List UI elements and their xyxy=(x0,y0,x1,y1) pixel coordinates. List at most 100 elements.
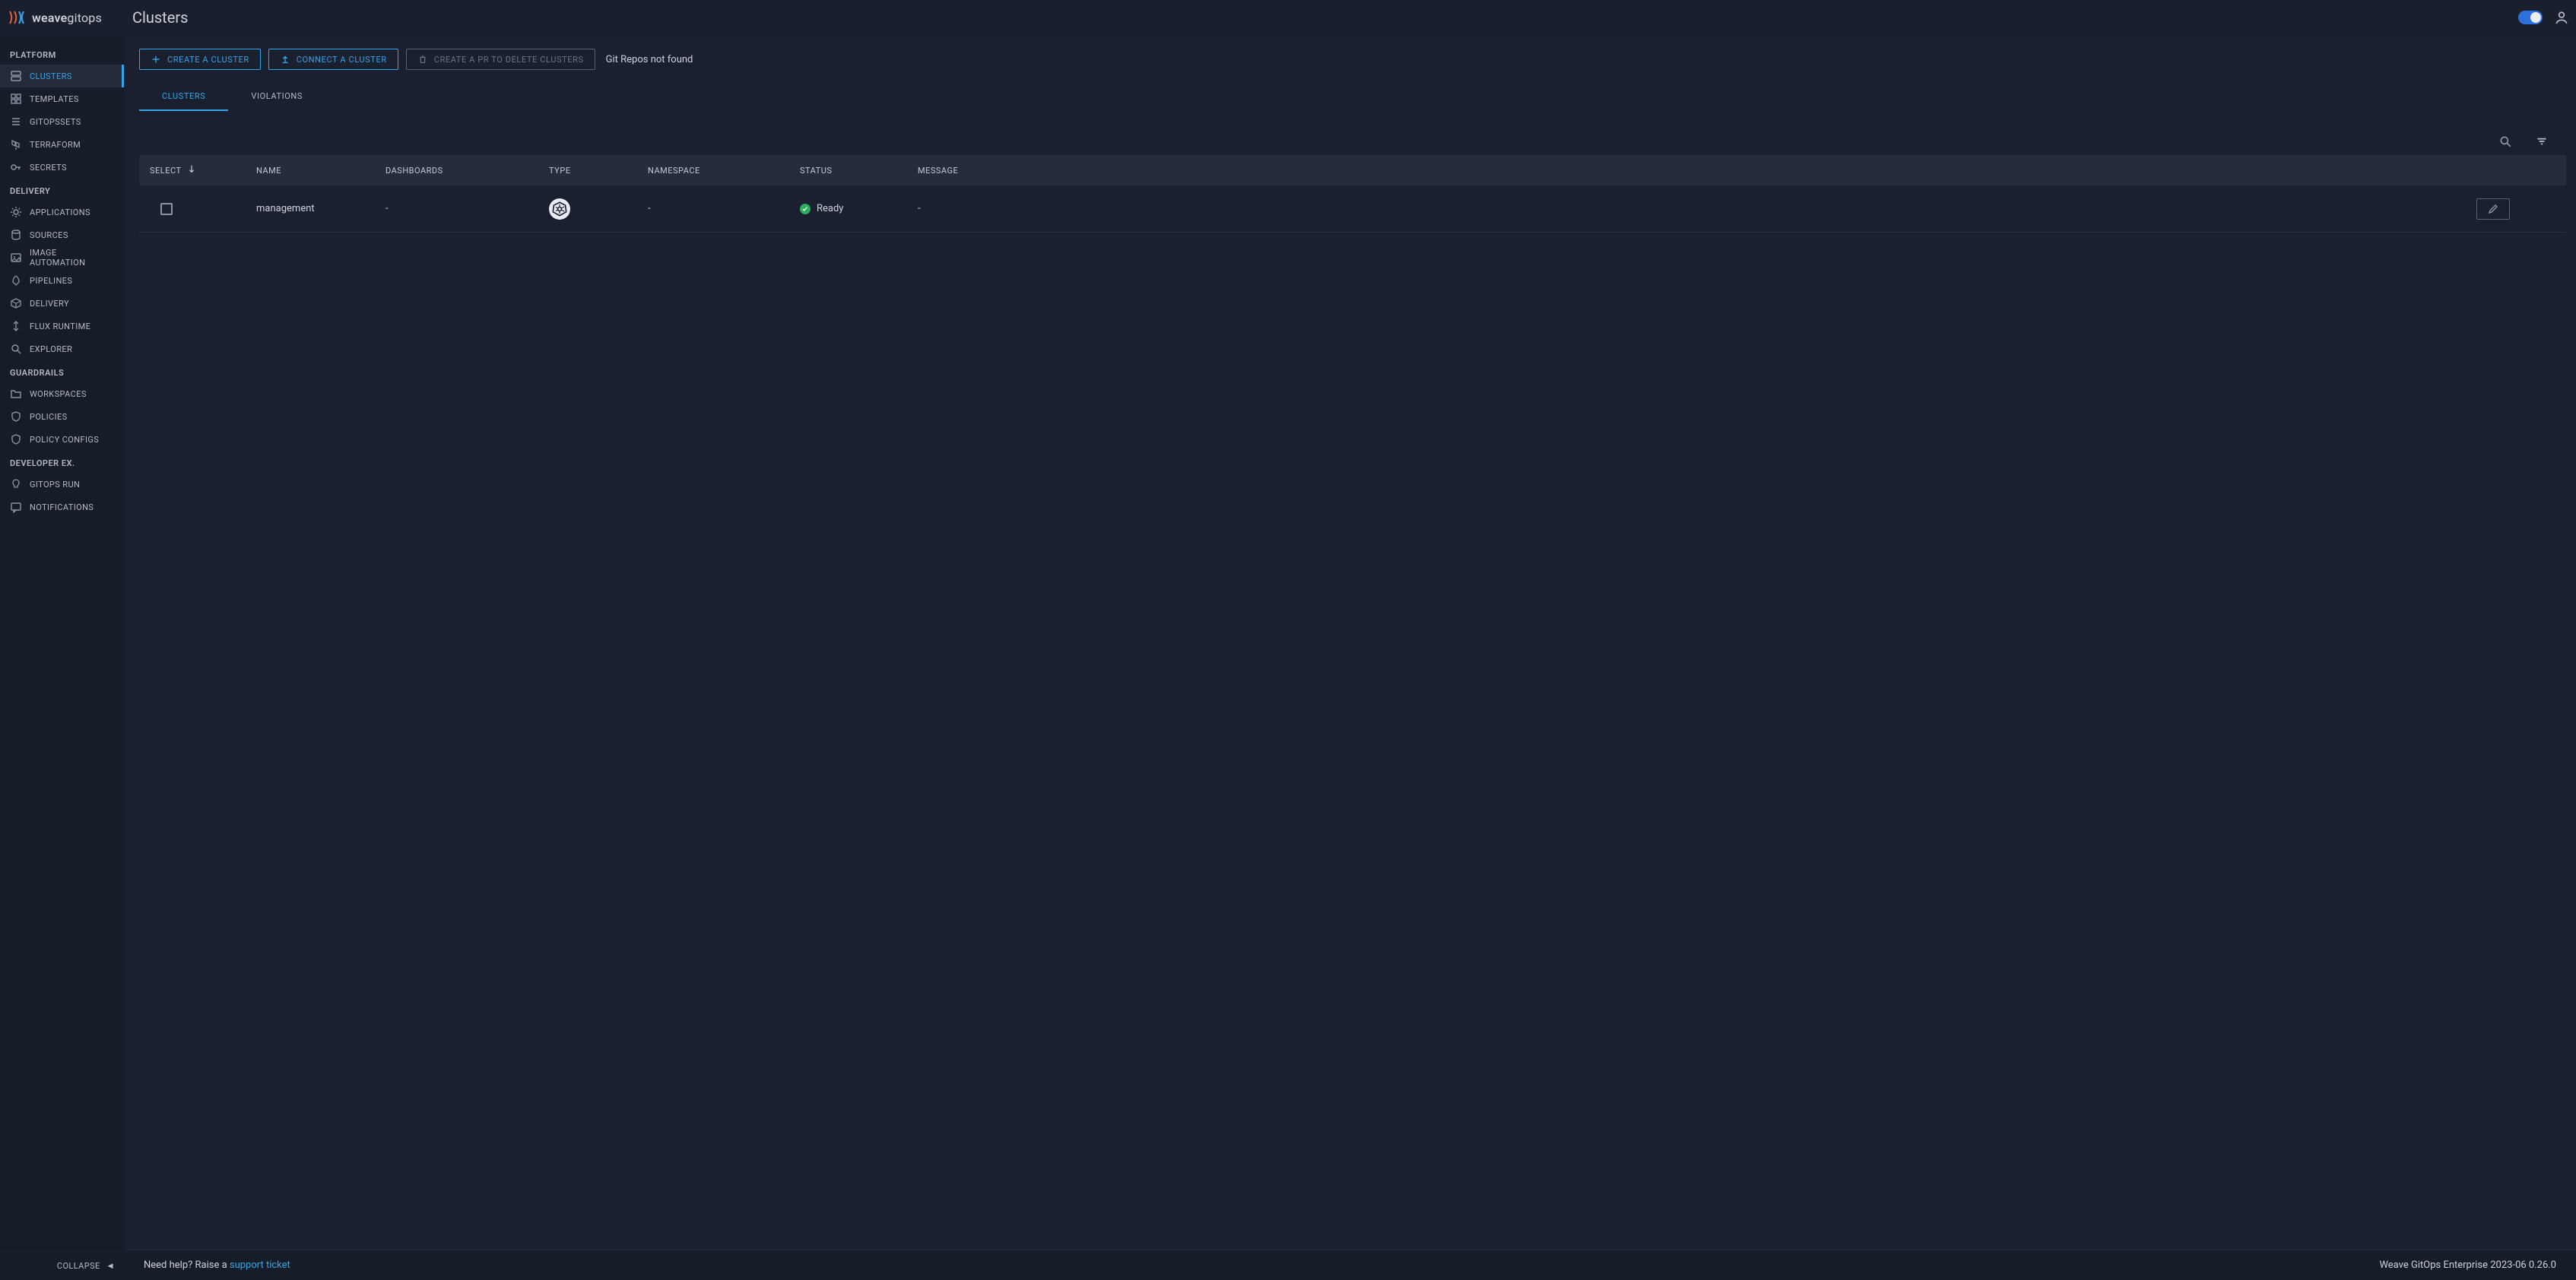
sidebar-item-delivery[interactable]: DELIVERY xyxy=(0,292,124,315)
footer: Need help? Raise a support ticket Weave … xyxy=(124,1250,2576,1280)
sidebar-item-workspaces[interactable]: WORKSPACES xyxy=(0,382,124,405)
status-message: Git Repos not found xyxy=(606,54,693,65)
bulb-icon xyxy=(10,478,22,490)
help-text: Need help? Raise a support ticket xyxy=(144,1259,290,1271)
table-row: management--Ready- xyxy=(139,185,2566,233)
plus-icon xyxy=(151,54,161,65)
col-message[interactable]: MESSAGE xyxy=(918,166,1051,176)
sidebar-item-label: NOTIFICATIONS xyxy=(30,502,94,512)
clusters-table: SELECT NAME DASHBOARDS TYPE NAMESPACE ST… xyxy=(139,155,2566,233)
shield-icon xyxy=(10,410,22,423)
theme-toggle[interactable] xyxy=(2518,11,2543,24)
terraform-icon xyxy=(10,138,22,150)
sidebar-item-terraform[interactable]: TERRAFORM xyxy=(0,133,124,156)
sidebar-item-image-automation[interactable]: IMAGE AUTOMATION xyxy=(0,246,124,269)
sidebar-item-label: PIPELINES xyxy=(30,276,72,286)
sidebar: PLATFORMCLUSTERSTEMPLATESGITOPSSETSTERRA… xyxy=(0,35,124,1280)
chat-icon xyxy=(10,501,22,513)
sidebar-item-label: SOURCES xyxy=(30,230,68,240)
nav-section-title: GUARDRAILS xyxy=(0,360,124,382)
collapse-button[interactable]: COLLAPSE ◀ xyxy=(0,1251,124,1280)
rocket-icon xyxy=(10,274,22,287)
tab-clusters[interactable]: CLUSTERS xyxy=(139,81,228,111)
sidebar-item-pipelines[interactable]: PIPELINES xyxy=(0,269,124,292)
sidebar-item-label: WORKSPACES xyxy=(30,389,87,399)
database-icon xyxy=(10,229,22,241)
sidebar-item-policies[interactable]: POLICIES xyxy=(0,405,124,428)
cell-namespace: - xyxy=(648,203,800,214)
table-header: SELECT NAME DASHBOARDS TYPE NAMESPACE ST… xyxy=(139,155,2566,185)
support-ticket-link[interactable]: support ticket xyxy=(230,1259,290,1271)
sidebar-item-label: EXPLORER xyxy=(30,344,72,354)
sidebar-item-gitops-run[interactable]: GITOPS RUN xyxy=(0,473,124,496)
flux-icon xyxy=(10,320,22,332)
toolbar: CREATE A CLUSTER CONNECT A CLUSTER CREAT… xyxy=(139,49,2566,70)
main-content: CREATE A CLUSTER CONNECT A CLUSTER CREAT… xyxy=(124,35,2576,1280)
sidebar-item-secrets[interactable]: SECRETS xyxy=(0,156,124,179)
version-text: Weave GitOps Enterprise 2023-06 0.26.0 xyxy=(2379,1259,2556,1271)
key-icon xyxy=(10,161,22,173)
edit-button[interactable] xyxy=(2476,198,2510,220)
sidebar-item-label: SECRETS xyxy=(30,163,67,173)
col-namespace[interactable]: NAMESPACE xyxy=(648,166,800,176)
col-dashboards[interactable]: DASHBOARDS xyxy=(385,166,549,176)
image-icon xyxy=(10,252,22,264)
cell-name[interactable]: management xyxy=(256,203,385,214)
sidebar-item-label: APPLICATIONS xyxy=(30,208,90,217)
filter-button[interactable] xyxy=(2533,132,2551,150)
sidebar-item-label: FLUX RUNTIME xyxy=(30,322,90,331)
tab-violations[interactable]: VIOLATIONS xyxy=(228,81,325,111)
cell-type xyxy=(549,198,648,220)
sidebar-item-sources[interactable]: SOURCES xyxy=(0,223,124,246)
cell-dashboards: - xyxy=(385,203,549,214)
sidebar-item-label: TERRAFORM xyxy=(30,140,81,150)
col-type[interactable]: TYPE xyxy=(549,166,648,176)
search-button[interactable] xyxy=(2496,132,2514,150)
col-select[interactable]: SELECT xyxy=(142,163,256,177)
sort-arrow-icon xyxy=(186,163,197,177)
delete-clusters-button: CREATE A PR TO DELETE CLUSTERS xyxy=(406,49,595,70)
cell-message: - xyxy=(918,203,1051,214)
sidebar-item-label: DELIVERY xyxy=(30,299,69,309)
search-icon xyxy=(10,343,22,355)
chevron-left-icon: ◀ xyxy=(108,1263,113,1270)
nav-section-title: DEVELOPER EX. xyxy=(0,451,124,473)
sidebar-item-gitopssets[interactable]: GITOPSSETS xyxy=(0,110,124,133)
kubernetes-icon xyxy=(549,198,570,220)
user-menu[interactable] xyxy=(2555,11,2568,24)
sidebar-item-label: IMAGE AUTOMATION xyxy=(30,248,114,268)
trash-icon xyxy=(417,54,428,65)
app-header: weavegitops Clusters xyxy=(0,0,2576,35)
folder-icon xyxy=(10,388,22,400)
page-title: Clusters xyxy=(132,8,188,27)
sidebar-item-policy-configs[interactable]: POLICY CONFIGS xyxy=(0,428,124,451)
sidebar-item-label: GITOPS RUN xyxy=(30,480,80,490)
sidebar-item-label: TEMPLATES xyxy=(30,94,79,104)
grid-icon xyxy=(10,93,22,105)
sidebar-item-label: POLICY CONFIGS xyxy=(30,435,99,445)
cell-status: Ready xyxy=(800,203,918,214)
check-icon xyxy=(800,204,811,214)
sidebar-item-label: POLICIES xyxy=(30,412,68,422)
sidebar-item-templates[interactable]: TEMPLATES xyxy=(0,87,124,110)
col-status[interactable]: STATUS xyxy=(800,166,918,176)
tabs: CLUSTERS VIOLATIONS xyxy=(139,81,2566,111)
sidebar-item-clusters[interactable]: CLUSTERS xyxy=(0,65,124,87)
sidebar-item-applications[interactable]: APPLICATIONS xyxy=(0,201,124,223)
create-cluster-button[interactable]: CREATE A CLUSTER xyxy=(139,49,261,70)
logo-icon xyxy=(8,8,26,27)
sidebar-item-notifications[interactable]: NOTIFICATIONS xyxy=(0,496,124,518)
logo[interactable]: weavegitops xyxy=(8,8,102,27)
nav-section-title: DELIVERY xyxy=(0,179,124,201)
server-icon xyxy=(10,70,22,82)
row-checkbox[interactable] xyxy=(160,203,173,215)
list-icon xyxy=(10,116,22,128)
shield-gear-icon xyxy=(10,433,22,445)
sidebar-item-flux-runtime[interactable]: FLUX RUNTIME xyxy=(0,315,124,337)
connect-cluster-button[interactable]: CONNECT A CLUSTER xyxy=(268,49,398,70)
collapse-label: COLLAPSE xyxy=(57,1261,100,1271)
sidebar-item-explorer[interactable]: EXPLORER xyxy=(0,337,124,360)
sidebar-item-label: CLUSTERS xyxy=(30,71,72,81)
col-name[interactable]: NAME xyxy=(256,166,385,176)
moon-icon xyxy=(2530,12,2541,23)
